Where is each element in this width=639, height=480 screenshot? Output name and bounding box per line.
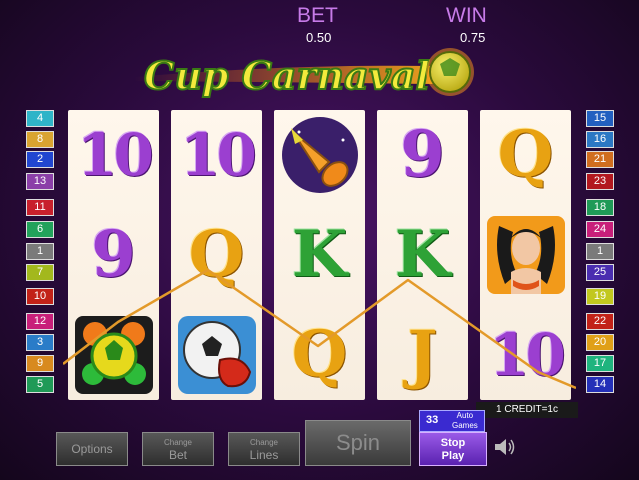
- payline-number[interactable]: 5: [26, 376, 54, 393]
- payline-number[interactable]: 11: [26, 199, 54, 216]
- auto-games-button[interactable]: 33 Auto Games: [419, 410, 485, 432]
- payline-number[interactable]: 23: [586, 173, 614, 190]
- payline-number[interactable]: 21: [586, 151, 614, 168]
- options-button[interactable]: Options: [56, 432, 128, 466]
- change-bet-button[interactable]: Change Bet: [142, 432, 214, 466]
- change-lines-button[interactable]: Change Lines: [228, 432, 300, 466]
- payline-number[interactable]: 12: [26, 313, 54, 330]
- win-value: 0.75: [460, 30, 486, 45]
- payline-number[interactable]: 20: [586, 334, 614, 351]
- winning-payline: [63, 268, 576, 390]
- win-label: WIN: [446, 4, 487, 27]
- payline-number[interactable]: 9: [26, 355, 54, 372]
- payline-number[interactable]: 1: [26, 243, 54, 260]
- payline-number[interactable]: 25: [586, 264, 614, 281]
- game-title: Cup Carnaval: [144, 53, 430, 98]
- payline-number[interactable]: 19: [586, 288, 614, 305]
- payline-number[interactable]: 6: [26, 221, 54, 238]
- payline-number[interactable]: 3: [26, 334, 54, 351]
- bet-label: BET: [297, 4, 338, 27]
- payline-number[interactable]: 14: [586, 376, 614, 393]
- game-logo: Cup Carnaval: [134, 48, 474, 99]
- payline-number[interactable]: 7: [26, 264, 54, 281]
- reel-area: 10 9 10 Q K Q 9 K J Q 10: [63, 110, 576, 400]
- payline-number[interactable]: 10: [26, 288, 54, 305]
- spin-button[interactable]: Spin: [305, 420, 411, 466]
- payline-number[interactable]: 16: [586, 131, 614, 148]
- payline-number[interactable]: 4: [26, 110, 54, 127]
- credit-value: 1 CREDIT=1c: [476, 402, 578, 418]
- payline-number[interactable]: 13: [26, 173, 54, 190]
- payline-number[interactable]: 8: [26, 131, 54, 148]
- payline-number[interactable]: 15: [586, 110, 614, 127]
- payline-number[interactable]: 18: [586, 199, 614, 216]
- stop-play-button[interactable]: Stop Play: [419, 432, 487, 466]
- speaker-icon[interactable]: [493, 436, 517, 458]
- payline-number[interactable]: 17: [586, 355, 614, 372]
- bet-value: 0.50: [306, 30, 332, 45]
- payline-number[interactable]: 2: [26, 151, 54, 168]
- payline-number[interactable]: 24: [586, 221, 614, 238]
- payline-number[interactable]: 1: [586, 243, 614, 260]
- payline-number[interactable]: 22: [586, 313, 614, 330]
